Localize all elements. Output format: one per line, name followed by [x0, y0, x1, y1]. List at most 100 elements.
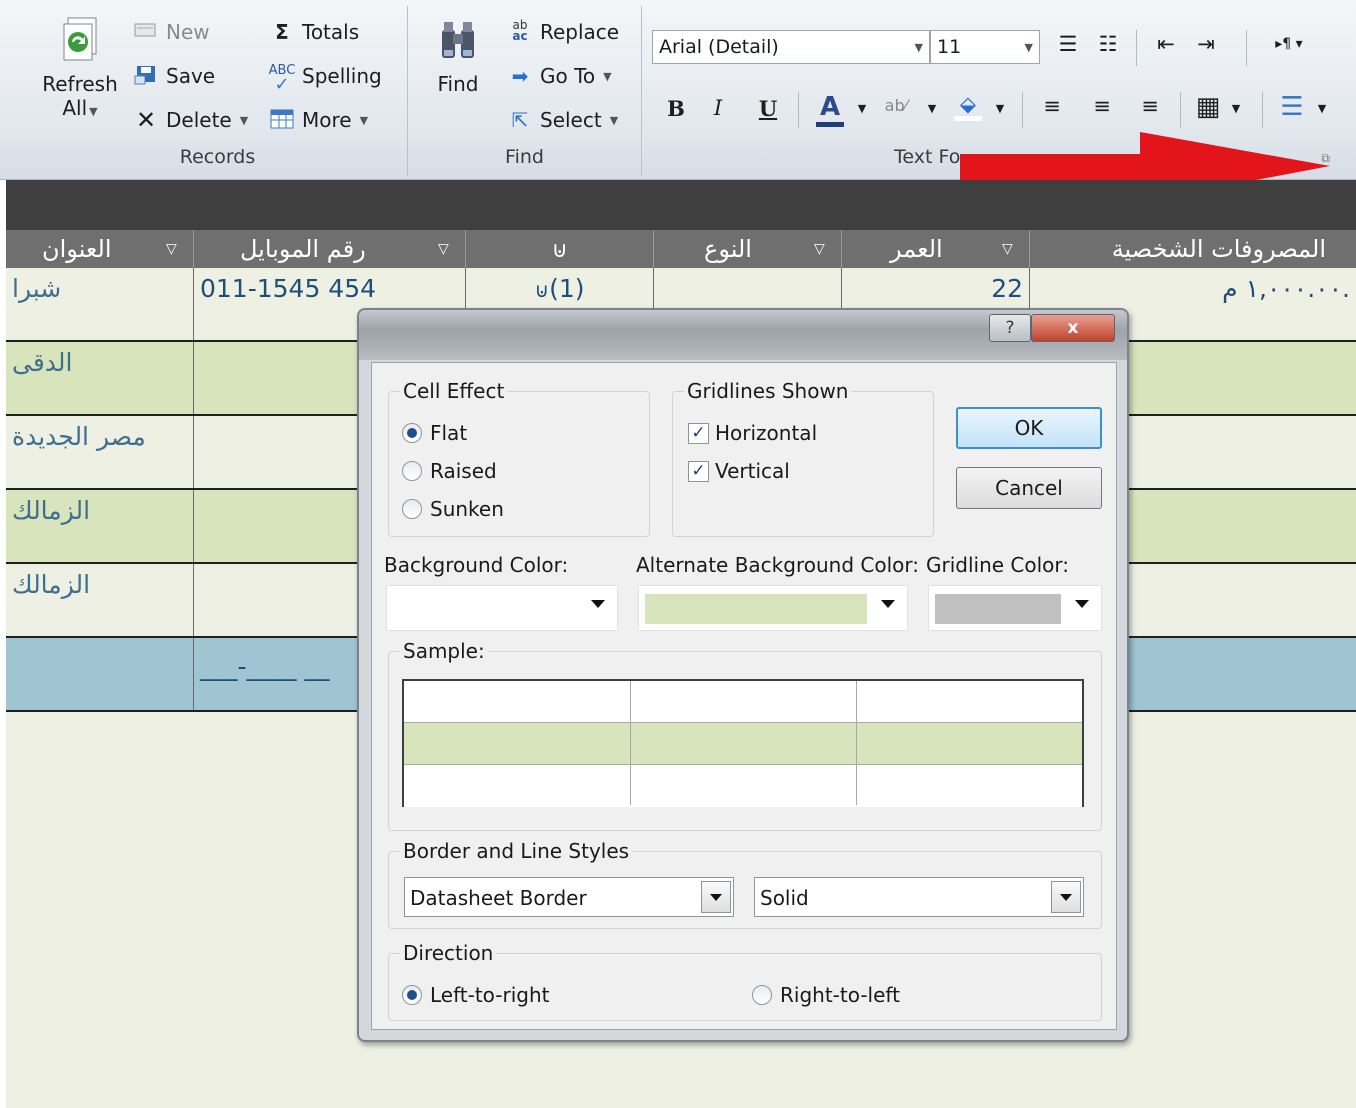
font-size-value: 11: [937, 36, 962, 58]
filter-dropdown-icon[interactable]: ▽: [1002, 230, 1013, 268]
bold-button[interactable]: B: [662, 96, 690, 121]
chevron-down-icon[interactable]: [1051, 881, 1081, 913]
sample-row: [404, 723, 1082, 765]
radio-selected-icon: [402, 985, 422, 1005]
refresh-all-label: All: [62, 96, 88, 120]
save-label: Save: [166, 64, 216, 88]
horizontal-checkbox[interactable]: ✓ Horizontal: [688, 421, 817, 445]
new-record-button[interactable]: New: [132, 20, 210, 44]
gridlines-icon[interactable]: ▦: [1194, 92, 1222, 122]
bullet-list-icon[interactable]: ☰: [1054, 32, 1082, 56]
refresh-all-button[interactable]: Refresh All ▼: [38, 16, 122, 124]
align-right-icon[interactable]: ≡: [1136, 94, 1164, 118]
gridline-color-picker[interactable]: [928, 585, 1102, 631]
left-to-right-radio[interactable]: Left-to-right: [402, 983, 550, 1007]
numbered-list-icon[interactable]: ☷: [1094, 32, 1122, 56]
dialog-title-bar[interactable]: ? x: [359, 310, 1127, 360]
chevron-down-icon[interactable]: ▼: [848, 102, 876, 115]
find-button[interactable]: Find: [422, 16, 494, 96]
filter-dropdown-icon[interactable]: ▽: [166, 230, 177, 268]
decrease-indent-icon[interactable]: ⇤: [1152, 32, 1180, 56]
column-header-attachment[interactable]: ⊍: [466, 230, 654, 268]
delete-label: Delete: [166, 108, 232, 132]
more-button[interactable]: More ▼: [268, 108, 368, 132]
address-cell[interactable]: الدقى: [6, 342, 194, 414]
font-size-select[interactable]: 11 ▼: [930, 30, 1040, 64]
underline-button[interactable]: U: [754, 96, 782, 121]
paperclip-icon: ⊍: [551, 238, 568, 263]
column-header-type[interactable]: ▽ النوع: [654, 230, 842, 268]
column-header-mobile[interactable]: ▽ رقم الموبايل: [194, 230, 466, 268]
chevron-down-icon: ▼: [359, 113, 369, 127]
attachment-count: (1): [549, 274, 585, 303]
replace-button[interactable]: ab ac Replace: [506, 19, 620, 44]
chevron-down-icon[interactable]: ▼: [918, 102, 946, 115]
chevron-down-icon: ▼: [89, 105, 98, 118]
font-name-select[interactable]: Arial (Detail) ▼: [652, 30, 930, 64]
replace-label: Replace: [540, 20, 620, 44]
sunken-label: Sunken: [430, 497, 504, 521]
refresh-label: Refresh: [42, 72, 118, 96]
binoculars-icon: [436, 16, 480, 68]
align-left-icon[interactable]: ≡: [1038, 94, 1066, 118]
totals-button[interactable]: Σ Totals: [268, 20, 359, 44]
save-button[interactable]: Save: [132, 64, 215, 88]
goto-button[interactable]: ➡ Go To ▼: [506, 64, 612, 88]
delete-button[interactable]: ✕ Delete ▼: [132, 108, 248, 132]
italic-button[interactable]: I: [704, 96, 732, 120]
checkbox-checked-icon: ✓: [688, 460, 709, 482]
spelling-button[interactable]: ABC ✓ Spelling: [268, 64, 382, 94]
filter-dropdown-icon[interactable]: ▽: [438, 230, 449, 268]
address-cell[interactable]: شبرا: [6, 268, 194, 340]
help-button[interactable]: ?: [989, 314, 1031, 342]
increase-indent-icon[interactable]: ⇥: [1192, 32, 1220, 56]
flat-radio[interactable]: Flat: [402, 421, 467, 445]
border-select[interactable]: Datasheet Border: [404, 877, 734, 917]
background-color-swatch: [393, 594, 563, 624]
chevron-down-icon: ▼: [1024, 40, 1033, 54]
alternate-background-color-picker[interactable]: [638, 585, 908, 631]
filter-dropdown-icon[interactable]: ▽: [814, 230, 825, 268]
paragraph-direction-icon[interactable]: ▸¶ ▾: [1264, 36, 1314, 52]
cancel-button[interactable]: Cancel: [956, 467, 1102, 509]
vertical-checkbox[interactable]: ✓ Vertical: [688, 459, 790, 483]
right-to-left-radio[interactable]: Right-to-left: [752, 983, 900, 1007]
border-select-value: Datasheet Border: [410, 886, 587, 910]
close-button[interactable]: x: [1031, 314, 1115, 342]
chevron-down-icon[interactable]: [701, 881, 731, 913]
address-cell[interactable]: الزمالك: [6, 564, 194, 636]
alternate-row-color-icon[interactable]: ☰: [1278, 92, 1306, 122]
raised-radio[interactable]: Raised: [402, 459, 497, 483]
address-cell[interactable]: مصر الجديدة: [6, 416, 194, 488]
radio-icon: [752, 985, 772, 1005]
column-header-label: رقم الموبايل: [240, 235, 366, 263]
highlight-icon[interactable]: ab⁄: [882, 96, 910, 115]
column-header-expenses[interactable]: المصروفات الشخصية: [1030, 230, 1356, 268]
direction-title: Direction: [400, 941, 497, 965]
column-header-age[interactable]: ▽ العمر: [842, 230, 1030, 268]
address-cell[interactable]: الزمالك: [6, 490, 194, 562]
horizontal-label: Horizontal: [715, 421, 818, 445]
vertical-label: Vertical: [715, 459, 790, 483]
select-button[interactable]: ⇱ Select ▼: [506, 108, 619, 132]
chevron-down-icon: ▼: [603, 69, 612, 83]
checkbox-checked-icon: ✓: [688, 422, 709, 444]
chevron-down-icon[interactable]: ▼: [1222, 102, 1250, 115]
sunken-radio[interactable]: Sunken: [402, 497, 504, 521]
right-to-left-label: Right-to-left: [780, 983, 900, 1007]
divider: [1136, 30, 1137, 66]
sample-row: [404, 681, 1082, 723]
align-center-icon[interactable]: ≡: [1088, 94, 1116, 118]
left-to-right-label: Left-to-right: [430, 983, 550, 1007]
column-header-address[interactable]: ▽ العنوان: [6, 230, 194, 268]
background-color-picker[interactable]: [386, 585, 618, 631]
refresh-icon: [58, 16, 102, 68]
chevron-down-icon[interactable]: ▼: [986, 102, 1014, 115]
find-group-label: Find: [505, 146, 544, 168]
fill-color-icon[interactable]: ⬙: [954, 92, 982, 121]
ok-button[interactable]: OK: [956, 407, 1102, 449]
font-color-button[interactable]: A: [816, 92, 844, 127]
chevron-down-icon[interactable]: ▼: [1308, 102, 1336, 115]
line-style-select[interactable]: Solid: [754, 877, 1084, 917]
address-cell[interactable]: [6, 638, 194, 710]
